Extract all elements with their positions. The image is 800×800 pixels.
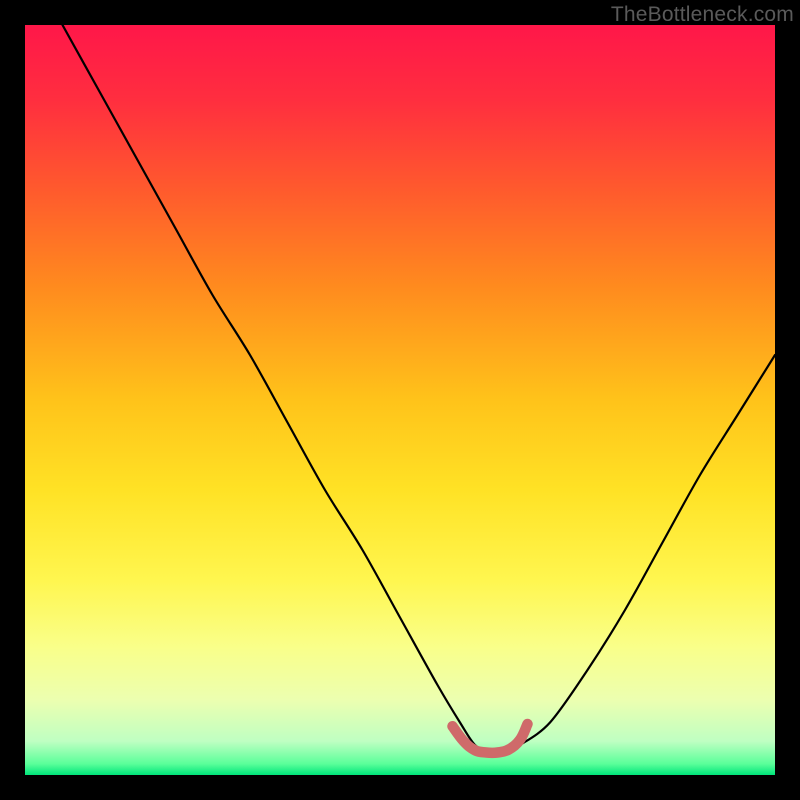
chart-frame: TheBottleneck.com: [0, 0, 800, 800]
plot-area: [25, 25, 775, 775]
gradient-background: [25, 25, 775, 775]
chart-svg: [25, 25, 775, 775]
watermark-text: TheBottleneck.com: [611, 3, 794, 27]
